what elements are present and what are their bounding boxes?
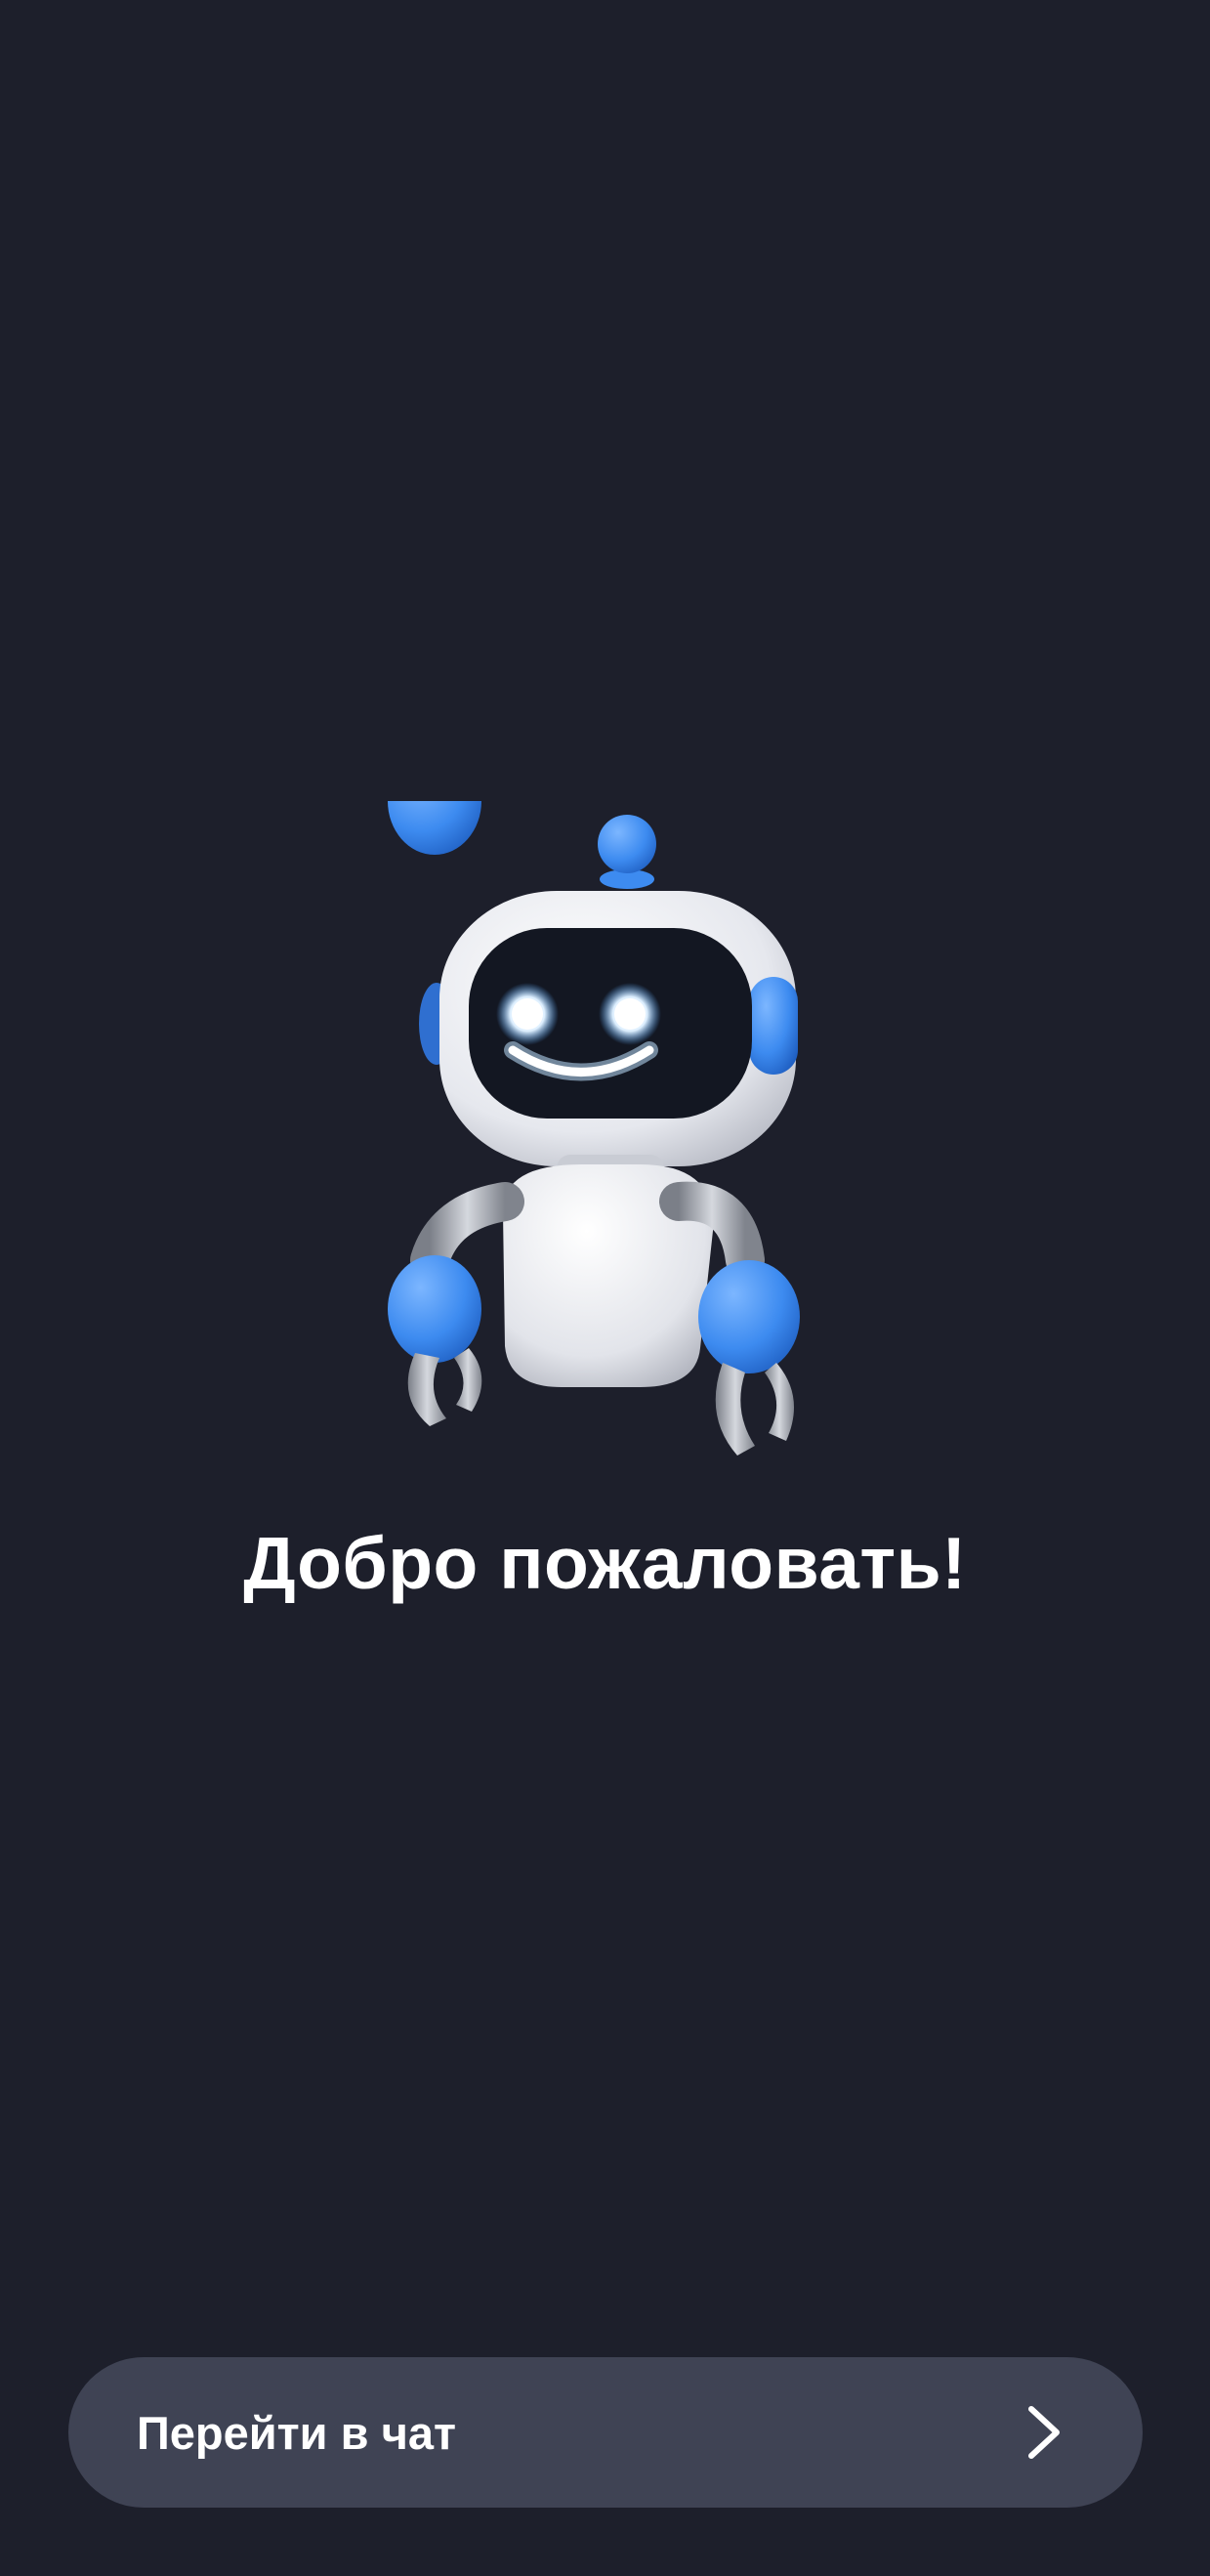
go-to-chat-button[interactable]: Перейти в чат	[68, 2357, 1143, 2508]
robot-icon	[388, 801, 800, 1456]
robot-mascot-image	[386, 801, 815, 1485]
welcome-title: Добро пожаловать!	[243, 1522, 967, 1604]
welcome-screen: Добро пожаловать! Перейти в чат	[0, 0, 1210, 2576]
go-to-chat-label: Перейти в чат	[137, 2406, 457, 2459]
chevron-right-icon	[1023, 2403, 1066, 2462]
